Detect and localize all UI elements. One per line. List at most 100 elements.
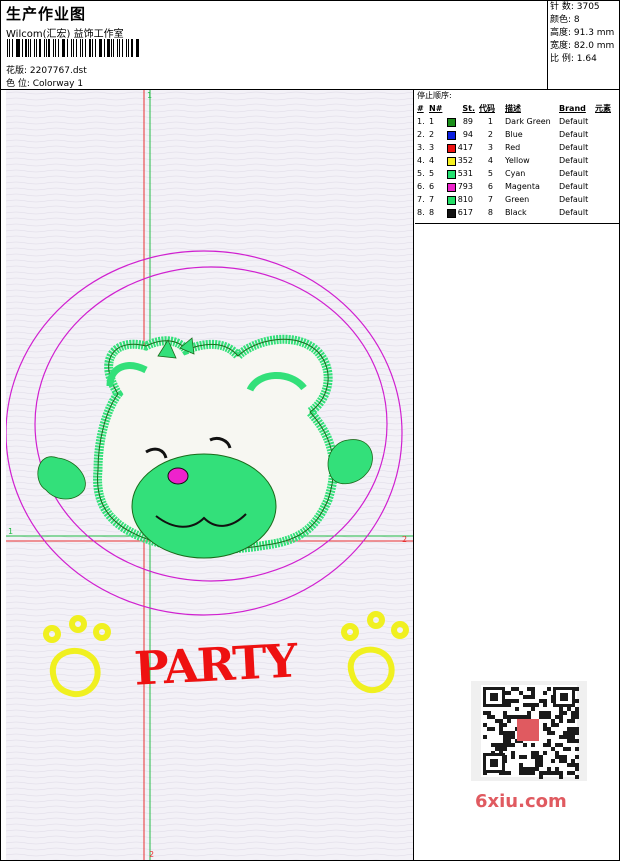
colorway-line: 色 位: Colorway 1 xyxy=(6,79,84,89)
barcode-bar xyxy=(82,39,83,57)
col-description: 描述 xyxy=(505,104,521,113)
qr-module xyxy=(507,703,511,707)
qr-module xyxy=(563,747,567,751)
qr-module xyxy=(543,751,547,755)
barcode-bar xyxy=(15,39,17,57)
qr-module xyxy=(571,715,575,719)
barcode-bar xyxy=(95,39,96,57)
qr-code xyxy=(471,681,587,781)
qr-module xyxy=(519,691,523,695)
qr-module xyxy=(543,743,547,747)
qr-module xyxy=(523,695,527,699)
row-code: 3 xyxy=(487,143,493,152)
row-brand: Default xyxy=(559,208,589,217)
qr-module xyxy=(575,767,579,771)
qr-module xyxy=(555,767,559,771)
row-code: 7 xyxy=(487,195,493,204)
row-code: 8 xyxy=(487,208,493,217)
qr-module xyxy=(503,743,507,747)
barcode-bar xyxy=(8,39,11,57)
qr-module xyxy=(527,715,531,719)
qr-module xyxy=(543,771,547,775)
row-stitches: 810 xyxy=(457,195,473,204)
stop-row: 8. 8 617 8 Black Default xyxy=(415,206,619,219)
qr-module xyxy=(575,687,579,691)
qr-module xyxy=(499,743,503,747)
barcode-bar xyxy=(126,39,128,57)
qr-module xyxy=(567,735,571,739)
color-swatch xyxy=(447,131,456,140)
qr-module xyxy=(559,715,563,719)
row-description: Yellow xyxy=(505,156,530,165)
row-brand: Default xyxy=(559,169,589,178)
qr-module xyxy=(531,767,535,771)
qr-module xyxy=(515,715,519,719)
qr-finder-core xyxy=(490,693,498,701)
qr-module xyxy=(559,743,563,747)
barcode-bar xyxy=(73,39,75,57)
color-swatch xyxy=(447,170,456,179)
qr-module xyxy=(563,755,567,759)
qr-module xyxy=(531,703,535,707)
qr-module xyxy=(547,711,551,715)
row-number: 8 xyxy=(429,208,435,217)
qr-module xyxy=(559,755,563,759)
row-code: 1 xyxy=(487,117,493,126)
row-stitches: 94 xyxy=(462,130,473,139)
qr-module xyxy=(535,751,539,755)
qr-module xyxy=(511,715,515,719)
qr-module xyxy=(531,695,535,699)
axis-label-right: 2 xyxy=(402,535,407,544)
qr-module xyxy=(531,691,535,695)
stat-width: 宽度: 82.0 mm xyxy=(550,41,615,51)
qr-module xyxy=(523,767,527,771)
qr-module xyxy=(575,707,579,711)
qr-module xyxy=(539,699,543,703)
qr-module xyxy=(491,743,495,747)
stat-scale: 比 例: 1.64 xyxy=(550,54,597,64)
row-number: 7 xyxy=(429,195,435,204)
qr-module xyxy=(519,763,523,767)
barcode-bar xyxy=(76,39,77,57)
row-brand: Default xyxy=(559,117,589,126)
row-number: 2 xyxy=(429,130,435,139)
qr-module xyxy=(499,731,503,735)
qr-module xyxy=(575,763,579,767)
col-stitches: St. xyxy=(462,104,475,113)
row-stitches: 793 xyxy=(457,182,473,191)
qr-module xyxy=(567,731,571,735)
qr-module xyxy=(571,739,575,743)
qr-module xyxy=(559,735,563,739)
qr-module xyxy=(535,703,539,707)
qr-module xyxy=(531,707,535,711)
qr-module xyxy=(531,687,535,691)
qr-finder-core xyxy=(560,693,568,701)
barcode-bar xyxy=(54,39,56,57)
qr-module xyxy=(563,759,567,763)
axis-label-left: 1 xyxy=(8,527,13,536)
row-index: 5. xyxy=(417,169,425,178)
qr-module xyxy=(555,755,559,759)
qr-module xyxy=(539,755,543,759)
qr-module xyxy=(507,719,511,723)
qr-module xyxy=(543,699,547,703)
sheet-header: 生产作业图 Wilcom(汇宏) 益饰工作室 花版: 2207767.dst 色… xyxy=(1,1,548,90)
barcode-bar xyxy=(79,39,82,57)
qr-module xyxy=(575,699,579,703)
barcode-bar xyxy=(98,39,100,57)
qr-module xyxy=(511,743,515,747)
qr-module xyxy=(571,771,575,775)
barcode-bar xyxy=(128,39,129,57)
barcode-bar xyxy=(107,39,110,57)
barcode-bar xyxy=(30,39,31,57)
stop-row: 4. 4 352 4 Yellow Default xyxy=(415,154,619,167)
row-code: 5 xyxy=(487,169,493,178)
qr-module xyxy=(547,715,551,719)
qr-module xyxy=(571,711,575,715)
barcode-bar xyxy=(103,39,105,57)
qr-module xyxy=(539,711,543,715)
row-index: 6. xyxy=(417,182,425,191)
qr-module xyxy=(491,727,495,731)
barcode-bar xyxy=(63,39,66,57)
qr-module xyxy=(543,691,547,695)
